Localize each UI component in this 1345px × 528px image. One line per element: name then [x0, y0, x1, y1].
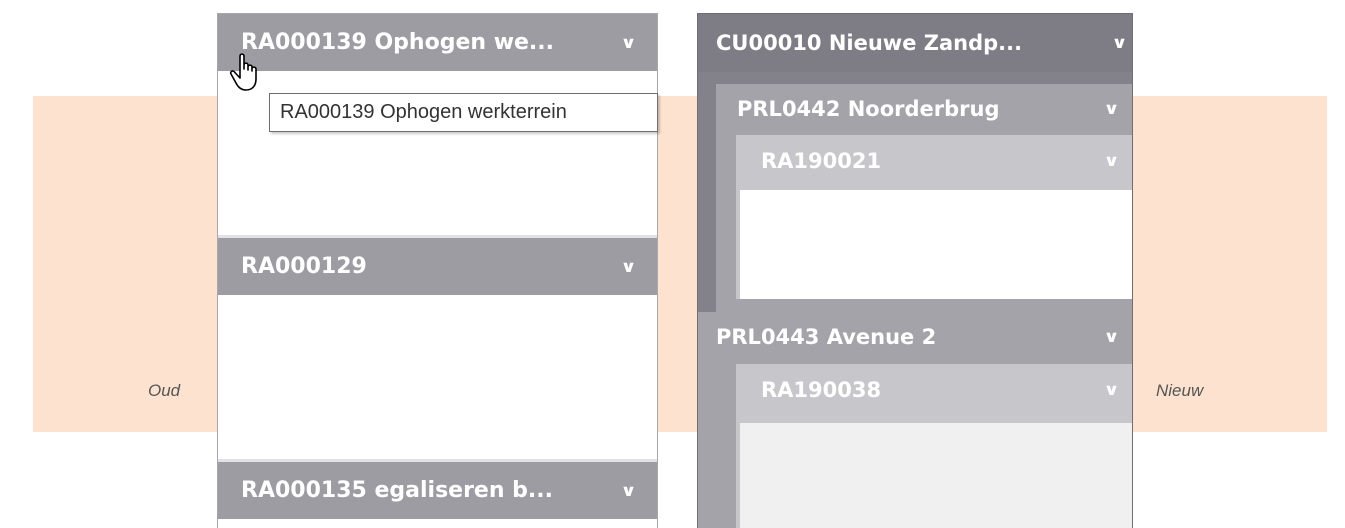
chevron-down-icon[interactable]: ∨: [620, 482, 636, 499]
item-body: [740, 190, 1132, 299]
item-body: [740, 423, 1132, 528]
item-ra190021: RA190021 ∨: [736, 135, 1132, 299]
chevron-down-icon[interactable]: ∨: [1103, 382, 1119, 398]
item-header-ra190038[interactable]: RA190038 ∨: [736, 364, 1132, 416]
group-title: PRL0443 Avenue 2: [716, 325, 937, 349]
chevron-down-icon[interactable]: ∨: [620, 34, 636, 51]
hand-pointer-icon: [229, 53, 257, 91]
chevron-down-icon[interactable]: ∨: [620, 258, 636, 275]
chevron-down-icon[interactable]: ∨: [1103, 101, 1119, 117]
chevron-down-icon[interactable]: ∨: [1111, 35, 1127, 51]
section-header-ra000139[interactable]: RA000139 Ophogen we... ∨: [218, 14, 657, 71]
panel-header-cu00010[interactable]: CU00010 Nieuwe Zandp... ∨: [698, 14, 1132, 72]
item-title: RA190038: [761, 378, 882, 402]
old-panel: RA000139 Ophogen we... ∨ RA000129 ∨ RA00…: [217, 13, 658, 528]
panel-title: CU00010 Nieuwe Zandp...: [716, 31, 1023, 55]
section-header-ra000129[interactable]: RA000129 ∨: [218, 238, 657, 295]
chevron-down-icon[interactable]: ∨: [1103, 153, 1119, 169]
group-title: PRL0442 Noorderbrug: [737, 97, 1000, 121]
group-header-prl0442[interactable]: PRL0442 Noorderbrug ∨: [716, 84, 1132, 134]
item-title: RA190021: [761, 149, 882, 173]
item-ra190038: RA190038 ∨: [736, 364, 1132, 528]
old-label: Oud: [148, 381, 181, 400]
group-prl0442: PRL0442 Noorderbrug ∨ RA190021 ∨: [716, 84, 1132, 314]
chevron-down-icon[interactable]: ∨: [1103, 329, 1119, 345]
new-label: Nieuw: [1156, 381, 1204, 400]
item-header-ra190021[interactable]: RA190021 ∨: [736, 135, 1132, 187]
group-header-prl0443[interactable]: PRL0443 Avenue 2 ∨: [698, 312, 1132, 362]
section-header-ra000135[interactable]: RA000135 egaliseren b... ∨: [218, 462, 657, 519]
section-title: RA000129: [241, 254, 367, 279]
new-panel: CU00010 Nieuwe Zandp... ∨ PRL0442 Noorde…: [697, 13, 1133, 528]
section-title: RA000139 Ophogen we...: [241, 30, 555, 55]
tooltip: RA000139 Ophogen werkterrein: [269, 93, 658, 132]
section-body: [218, 519, 657, 528]
group-prl0443: PRL0443 Avenue 2 ∨ RA190038 ∨: [698, 312, 1132, 528]
section-body: [218, 295, 657, 459]
section-title: RA000135 egaliseren b...: [241, 478, 553, 503]
